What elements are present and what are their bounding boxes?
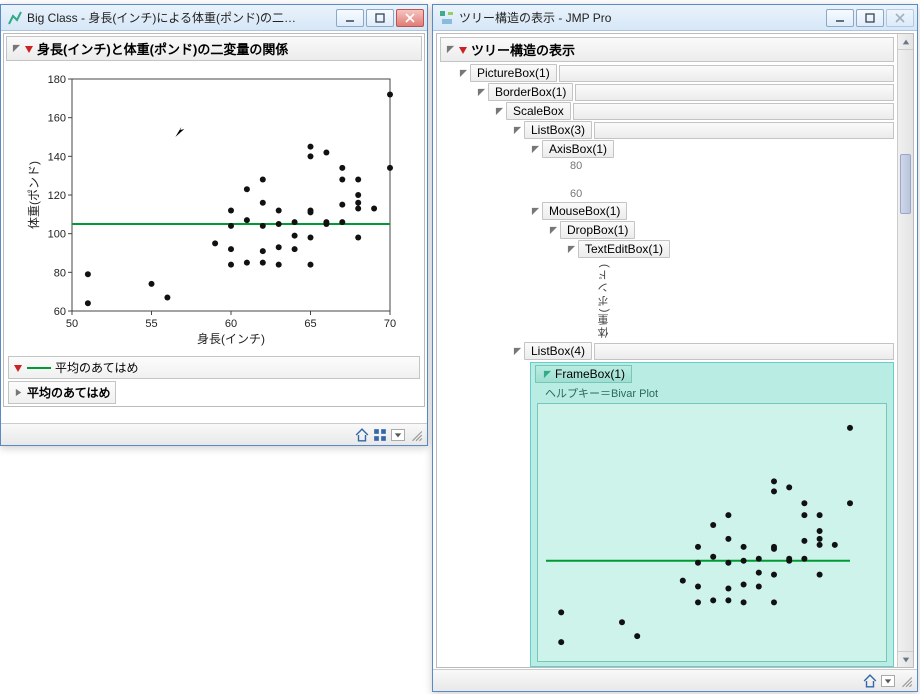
ylabel-preview: 体重(ポンド) — [596, 262, 612, 338]
disclose-icon[interactable] — [548, 225, 558, 235]
framebox-preview[interactable] — [537, 403, 887, 662]
node-dropbox[interactable]: DropBox(1) — [560, 221, 635, 239]
disclose-icon[interactable] — [494, 106, 504, 116]
legend-line-sample — [27, 367, 51, 369]
svg-text:160: 160 — [48, 113, 66, 125]
hotspot-icon[interactable] — [24, 44, 34, 54]
disclose-icon[interactable] — [476, 87, 486, 97]
node-spacer — [594, 343, 894, 360]
node-listbox4[interactable]: ListBox(4) — [524, 342, 592, 360]
grid-icon[interactable] — [373, 428, 387, 442]
node-borderbox[interactable]: BorderBox(1) — [488, 83, 573, 101]
node-framebox-selected[interactable]: FrameBox(1) ヘルプキー＝Bivar Plot — [530, 362, 894, 667]
svg-text:120: 120 — [48, 190, 66, 202]
svg-text:65: 65 — [304, 318, 316, 330]
node-scalebox[interactable]: ScaleBox — [506, 102, 571, 120]
close-button[interactable] — [396, 9, 424, 27]
vertical-scrollbar[interactable] — [897, 34, 913, 667]
node-texteditbox[interactable]: TextEditBox(1) — [578, 240, 670, 258]
disclose-icon[interactable] — [542, 369, 552, 379]
statusbar-right — [433, 669, 917, 691]
status-dropdown[interactable] — [391, 429, 405, 441]
resize-grip-icon[interactable] — [899, 674, 913, 688]
svg-text:180: 180 — [48, 74, 66, 86]
svg-text:80: 80 — [54, 267, 66, 279]
node-picturebox[interactable]: PictureBox(1) — [470, 64, 557, 82]
node-mousebox[interactable]: MouseBox(1) — [542, 202, 627, 220]
chart-area[interactable]: 60 80 100 120 140 160 180 50 55 60 65 70 身長(インチ) 体重(ポ… — [6, 61, 422, 353]
tree-view[interactable]: ツリー構造の表示 PictureBox(1) BorderBox(1) — [437, 34, 897, 667]
disclose-icon[interactable] — [512, 125, 522, 135]
svg-text:体重(ポンド): 体重(ポンド) — [27, 161, 41, 229]
app-icon — [7, 10, 23, 26]
resize-grip-icon[interactable] — [409, 428, 423, 442]
tree-app-icon — [439, 10, 455, 26]
node-axisbox[interactable]: AxisBox(1) — [542, 140, 614, 158]
titlebar-right[interactable]: ツリー構造の表示 - JMP Pro — [433, 5, 917, 31]
helpkey-text: ヘルプキー＝Bivar Plot — [545, 385, 889, 401]
svg-text:50: 50 — [66, 318, 78, 330]
titlebar-left[interactable]: Big Class - 身長(インチ)による体重(ポンド)の二… — [1, 5, 427, 31]
svg-text:140: 140 — [48, 151, 66, 163]
axis-tick: 60 — [570, 188, 894, 200]
fit-row[interactable]: 平均のあてはめ — [8, 381, 116, 404]
tree-root-header[interactable]: ツリー構造の表示 — [440, 37, 894, 62]
maximize-button[interactable] — [856, 9, 884, 27]
right-content: ツリー構造の表示 PictureBox(1) BorderBox(1) — [436, 33, 914, 668]
section-title: 身長(インチ)と体重(ポンド)の二変量の関係 — [37, 39, 288, 58]
scroll-thumb[interactable] — [900, 154, 911, 214]
disclose-icon[interactable] — [566, 244, 576, 254]
minimize-button[interactable] — [336, 9, 364, 27]
mini-scatter-chart — [538, 404, 858, 658]
node-spacer — [559, 65, 894, 82]
svg-text:60: 60 — [225, 318, 237, 330]
fit-disclose-icon[interactable] — [13, 388, 23, 398]
tree-window: ツリー構造の表示 - JMP Pro ツリー構造の表示 PictureBox(1… — [432, 4, 918, 692]
disclose-icon[interactable] — [512, 346, 522, 356]
svg-text:身長(インチ): 身長(インチ) — [197, 331, 265, 346]
window-title-right: ツリー構造の表示 - JMP Pro — [459, 9, 826, 26]
maximize-button[interactable] — [366, 9, 394, 27]
minimize-button[interactable] — [826, 9, 854, 27]
node-spacer — [594, 122, 894, 139]
disclose-icon[interactable] — [458, 68, 468, 78]
svg-text:70: 70 — [384, 318, 396, 330]
legend-hotspot-icon[interactable] — [13, 363, 23, 373]
svg-text:100: 100 — [48, 229, 66, 241]
svg-text:55: 55 — [145, 318, 157, 330]
bivariate-window: Big Class - 身長(インチ)による体重(ポンド)の二… 身長(インチ)… — [0, 4, 428, 446]
scroll-down-icon[interactable] — [898, 651, 913, 667]
axis-tick: 80 — [570, 160, 894, 172]
hotspot-icon[interactable] — [458, 45, 468, 55]
window-title: Big Class - 身長(インチ)による体重(ポンド)の二… — [27, 9, 336, 26]
status-dropdown[interactable] — [881, 675, 895, 687]
disclose-icon[interactable] — [530, 144, 540, 154]
scatter-chart[interactable]: 60 80 100 120 140 160 180 50 55 60 65 70 身長(インチ) 体重(ポ… — [24, 69, 404, 349]
node-spacer — [573, 103, 894, 120]
axis-preview: 80 60 — [548, 160, 894, 200]
tree-root-title: ツリー構造の表示 — [471, 40, 575, 59]
home-icon[interactable] — [355, 428, 369, 442]
close-button[interactable] — [886, 9, 914, 27]
legend-row[interactable]: 平均のあてはめ — [8, 356, 420, 379]
disclose-icon[interactable] — [11, 44, 21, 54]
node-framebox-label: FrameBox(1) — [555, 367, 625, 381]
disclose-icon[interactable] — [530, 206, 540, 216]
svg-text:60: 60 — [54, 306, 66, 318]
disclose-icon[interactable] — [445, 45, 455, 55]
statusbar-left — [1, 423, 427, 445]
section-header[interactable]: 身長(インチ)と体重(ポンド)の二変量の関係 — [6, 36, 422, 61]
scroll-up-icon[interactable] — [898, 34, 913, 50]
legend-label: 平均のあてはめ — [55, 359, 139, 376]
node-listbox3[interactable]: ListBox(3) — [524, 121, 592, 139]
left-content: 身長(インチ)と体重(ポンド)の二変量の関係 60 80 100 120 140 160 1… — [3, 33, 425, 407]
fit-label: 平均のあてはめ — [27, 384, 111, 401]
node-spacer — [575, 84, 894, 101]
home-icon[interactable] — [863, 674, 877, 688]
